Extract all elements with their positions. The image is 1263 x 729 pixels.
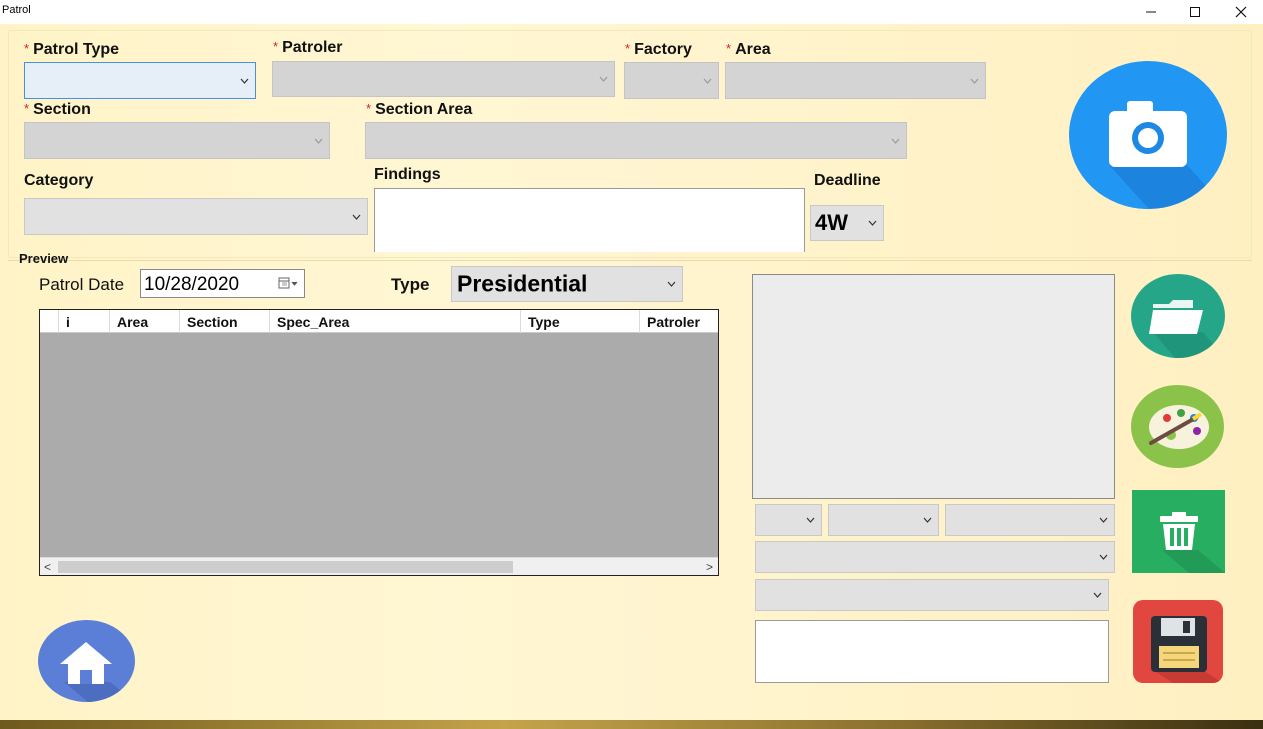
- grid-header: i Area Section Spec_Area Type Patroler: [40, 310, 718, 333]
- column-header-patroler[interactable]: Patroler: [640, 310, 718, 333]
- category-label: Category: [24, 172, 94, 189]
- chevron-down-icon: [240, 78, 249, 84]
- section-select[interactable]: [24, 122, 330, 159]
- chevron-down-icon: [599, 76, 608, 82]
- minimize-button[interactable]: [1128, 0, 1174, 24]
- column-header-spec-area[interactable]: Spec_Area: [270, 310, 521, 333]
- deadline-select[interactable]: 4W: [810, 205, 884, 241]
- image-option-select-2[interactable]: [828, 504, 939, 536]
- preview-group-label: Preview: [19, 251, 69, 266]
- type-label: Type: [391, 275, 430, 294]
- chevron-down-icon: [667, 281, 676, 287]
- minimize-icon: [1146, 11, 1156, 13]
- column-header-area[interactable]: Area: [110, 310, 180, 333]
- row-header-corner: [40, 310, 59, 333]
- chevron-down-icon: [1093, 592, 1102, 598]
- patroler-label: * Patroler: [273, 39, 343, 56]
- image-option-select-4[interactable]: [755, 541, 1115, 573]
- column-header-section[interactable]: Section: [180, 310, 270, 333]
- paint-palette-button[interactable]: [1131, 385, 1224, 468]
- patroler-select[interactable]: [272, 61, 615, 97]
- area-label: * Area: [726, 41, 771, 58]
- section-area-select[interactable]: [365, 122, 907, 159]
- chevron-down-icon: [970, 78, 979, 84]
- chevron-down-icon: [314, 138, 323, 144]
- close-icon: [1235, 6, 1247, 18]
- findings-label: Findings: [374, 166, 441, 183]
- chevron-down-icon: [1099, 554, 1108, 560]
- trash-icon: [1160, 512, 1225, 573]
- chevron-down-icon: [891, 138, 900, 144]
- findings-textarea[interactable]: [374, 188, 805, 252]
- type-select[interactable]: Presidential: [451, 266, 683, 302]
- factory-select[interactable]: [624, 62, 719, 99]
- chevron-down-icon: [806, 517, 815, 523]
- paint-palette-icon: [1149, 405, 1209, 449]
- scrollbar-thumb[interactable]: [58, 561, 513, 573]
- camera-icon: [1109, 101, 1227, 209]
- chevron-down-icon: [1099, 517, 1108, 523]
- maximize-button[interactable]: [1172, 0, 1218, 24]
- camera-button[interactable]: [1069, 61, 1227, 209]
- patrol-date-picker[interactable]: 10/28/2020: [140, 269, 305, 298]
- chevron-down-icon: [352, 214, 361, 220]
- chevron-down-icon: [868, 220, 877, 226]
- image-note-textbox[interactable]: [755, 620, 1109, 683]
- column-header-type[interactable]: Type: [521, 310, 640, 333]
- image-option-select-5[interactable]: [755, 579, 1109, 611]
- scroll-right-arrow[interactable]: >: [706, 560, 713, 574]
- image-preview: [752, 274, 1115, 499]
- type-value: Presidential: [457, 270, 588, 297]
- factory-label: * Factory: [625, 41, 692, 58]
- title-bar: Patrol: [0, 0, 1263, 24]
- home-button[interactable]: [38, 620, 135, 702]
- delete-button[interactable]: [1132, 490, 1225, 573]
- patrol-data-grid[interactable]: i Area Section Spec_Area Type Patroler <…: [39, 309, 719, 576]
- section-label: * Section: [24, 101, 91, 118]
- section-area-label: * Section Area: [366, 101, 473, 118]
- open-folder-button[interactable]: [1131, 274, 1225, 358]
- window-title: Patrol: [2, 4, 31, 16]
- scroll-left-arrow[interactable]: <: [44, 560, 51, 574]
- deadline-label: Deadline: [814, 172, 881, 189]
- horizontal-scrollbar[interactable]: < >: [40, 557, 718, 575]
- close-button[interactable]: [1218, 0, 1263, 24]
- image-option-select-1[interactable]: [755, 504, 822, 536]
- chevron-down-icon: [703, 78, 712, 84]
- maximize-icon: [1190, 7, 1200, 17]
- patrol-date-label: Patrol Date: [39, 275, 125, 294]
- category-select[interactable]: [24, 198, 368, 235]
- save-button[interactable]: [1133, 600, 1223, 683]
- patrol-type-label: * Patrol Type: [24, 41, 120, 58]
- chevron-down-icon: [923, 517, 932, 523]
- patrol-date-value: 10/28/2020: [144, 274, 240, 295]
- calendar-dropdown-icon: [278, 277, 298, 289]
- floppy-disk-icon: [1151, 616, 1223, 683]
- image-option-select-3[interactable]: [945, 504, 1115, 536]
- patrol-type-select[interactable]: [24, 62, 256, 99]
- folder-open-icon: [1149, 300, 1225, 358]
- area-select[interactable]: [725, 62, 986, 99]
- deadline-value: 4W: [815, 210, 848, 235]
- window-bottom-edge: [0, 720, 1263, 729]
- home-icon: [60, 642, 135, 702]
- column-header-i[interactable]: i: [59, 310, 110, 333]
